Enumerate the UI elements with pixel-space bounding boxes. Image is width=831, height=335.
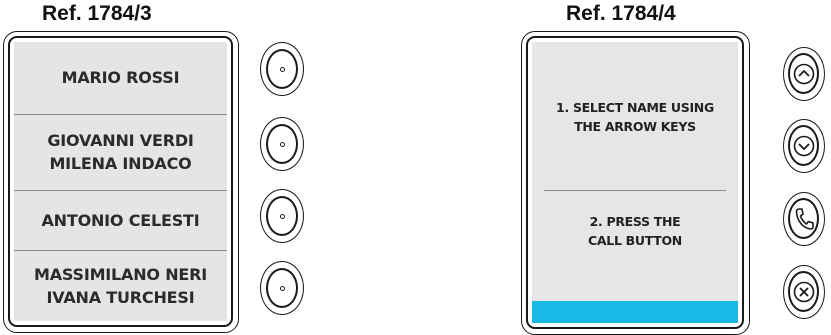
call-button-4-ring xyxy=(266,268,298,308)
instruction-divider xyxy=(544,190,726,191)
display-bezel-right: 1. SELECT NAME USING THE ARROW KEYS 2. P… xyxy=(526,36,744,329)
display-panel-right: 1. SELECT NAME USING THE ARROW KEYS 2. P… xyxy=(521,31,750,335)
call-button-1[interactable] xyxy=(260,42,304,96)
arrow-up-button[interactable] xyxy=(783,47,825,101)
name-label-1: MARIO ROSSI xyxy=(61,67,180,87)
led-dot-icon xyxy=(279,213,285,219)
nameplate-screen-left: MARIO ROSSI GIOVANNI VERDI MILENA INDACO… xyxy=(14,42,227,321)
led-dot-icon xyxy=(279,285,285,291)
call-button-4[interactable] xyxy=(260,261,304,315)
call-button[interactable] xyxy=(783,192,825,246)
nameplate-bezel-left: MARIO ROSSI GIOVANNI VERDI MILENA INDACO… xyxy=(8,36,233,327)
ref-label-left: Ref. 1784/3 xyxy=(42,2,152,25)
call-button-3-ring xyxy=(266,196,298,236)
instruction-2: 2. PRESS THE CALL BUTTON xyxy=(588,214,682,248)
name-label-3: ANTONIO CELESTI xyxy=(41,210,200,230)
cancel-button[interactable] xyxy=(783,265,825,319)
call-button-1-ring xyxy=(266,49,298,89)
name-label-2: GIOVANNI VERDI MILENA INDACO xyxy=(47,131,194,173)
ref-label-right: Ref. 1784/4 xyxy=(566,2,676,25)
arrow-down-button[interactable] xyxy=(783,119,825,173)
call-button-2-ring xyxy=(266,124,298,164)
arrow-up-icon xyxy=(793,63,815,85)
name-label-4: MASSIMILANO NERI IVANA TURCHESI xyxy=(34,265,207,307)
call-button-2[interactable] xyxy=(260,117,304,171)
led-dot-icon xyxy=(279,66,285,72)
arrow-down-icon xyxy=(793,135,815,157)
close-icon xyxy=(793,281,815,303)
phone-icon xyxy=(795,208,814,230)
display-screen-right: 1. SELECT NAME USING THE ARROW KEYS 2. P… xyxy=(532,42,738,323)
status-bar xyxy=(532,301,738,323)
led-dot-icon xyxy=(279,141,285,147)
call-button-3[interactable] xyxy=(260,189,304,243)
nameplate-panel-left: MARIO ROSSI GIOVANNI VERDI MILENA INDACO… xyxy=(3,31,239,333)
instruction-1: 1. SELECT NAME USING THE ARROW KEYS xyxy=(556,100,714,134)
